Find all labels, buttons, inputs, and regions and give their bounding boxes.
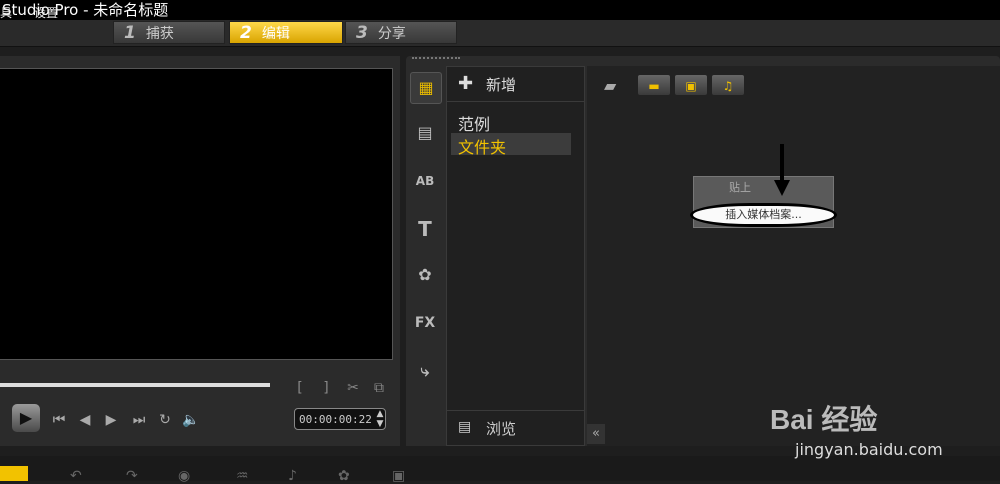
folder-item-samples[interactable]: 范例 (458, 111, 490, 135)
browse-label: 浏览 (486, 420, 517, 438)
watermark-url: jingyan.baidu.com (795, 440, 943, 459)
step-label: 编辑 (261, 26, 290, 42)
storyboard-view-icon[interactable] (0, 466, 28, 481)
text-icon[interactable]: T (410, 214, 440, 244)
scrub-bar[interactable] (0, 383, 270, 387)
folder-item-folder[interactable]: 文件夹 (458, 134, 506, 158)
tab-share[interactable]: 3 分享 (345, 21, 457, 44)
menu-item-insert-media[interactable]: 插入媒体档案... (690, 203, 837, 227)
motion-track-icon[interactable]: ✿ (338, 468, 350, 484)
mark-in-icon[interactable]: [ (294, 378, 306, 398)
record-icon[interactable]: ◉ (178, 468, 190, 484)
step-number: 2 (240, 23, 252, 43)
transition-icon[interactable]: ▤ (410, 118, 440, 148)
title-ab-icon[interactable]: AB (410, 166, 440, 196)
audio-mixer-icon[interactable]: ♒ (236, 468, 249, 484)
video-filter-icon[interactable]: ▬ (637, 74, 671, 96)
timeline-toolbar (0, 456, 1000, 481)
fx-icon[interactable]: FX (410, 308, 440, 338)
volume-icon[interactable]: 🔈 (182, 410, 200, 430)
previous-frame-icon[interactable]: ◀ (76, 410, 94, 430)
timecode-field[interactable]: 00:00:00:22 (294, 408, 386, 430)
watermark-logo: Bai 经验 (770, 404, 878, 435)
photo-filter-icon[interactable]: ▣ (674, 74, 708, 96)
step-number: 3 (356, 23, 368, 43)
menu-item-settings[interactable]: 设置 (34, 4, 58, 21)
menu-item-tools[interactable]: 具 (0, 4, 12, 21)
enlarge-icon[interactable]: ⧉ (370, 378, 388, 398)
add-label: 新增 (486, 76, 517, 94)
tab-capture[interactable]: 1 捕获 (113, 21, 225, 44)
subtitle-icon[interactable]: ▣ (392, 468, 405, 484)
annotation-arrow (780, 144, 784, 184)
path-icon[interactable]: ⤷ (410, 356, 440, 386)
split-icon[interactable]: ✂ (344, 378, 362, 398)
mark-out-icon[interactable]: ] (320, 378, 332, 398)
media-icon[interactable]: ▦ (410, 72, 442, 104)
menu-item-paste[interactable]: 贴上 (729, 179, 751, 195)
home-icon[interactable]: ⏮ (50, 410, 68, 430)
collapse-icon[interactable]: « (587, 424, 605, 444)
redo-icon[interactable]: ↷ (126, 468, 138, 484)
step-label: 捕获 (145, 26, 174, 42)
plus-icon: ✚ (458, 73, 474, 94)
graphic-icon[interactable]: ✿ (410, 260, 440, 290)
panel-grip[interactable] (412, 57, 460, 63)
play-button[interactable]: ▶ (12, 404, 40, 432)
title-bar: Studio Pro - 未命名标题 (0, 0, 1000, 20)
timecode-stepper-icon[interactable]: ▲ ▼ (374, 409, 386, 429)
repeat-icon[interactable]: ↻ (156, 410, 174, 430)
audio-filter-icon[interactable]: ♫ (711, 74, 745, 96)
library-content-area[interactable] (587, 66, 1000, 446)
window-title: Studio Pro - 未命名标题 (2, 1, 169, 19)
undo-icon[interactable]: ↶ (70, 468, 82, 484)
folder-icon[interactable]: ▰ (604, 76, 616, 95)
browse-icon: ▤ (458, 419, 472, 435)
add-folder-button[interactable]: ✚ 新增 (446, 66, 585, 102)
step-label: 分享 (377, 26, 406, 42)
tab-edit[interactable]: 2 编辑 (229, 21, 343, 44)
next-frame-icon[interactable]: ▶ (102, 410, 120, 430)
preview-screen (0, 68, 393, 360)
step-number: 1 (124, 23, 136, 43)
browse-button[interactable]: ▤ 浏览 (446, 410, 585, 446)
end-icon[interactable]: ⏭ (130, 410, 148, 430)
auto-music-icon[interactable]: ♪ (288, 468, 297, 484)
annotation-arrow-head (774, 180, 790, 196)
